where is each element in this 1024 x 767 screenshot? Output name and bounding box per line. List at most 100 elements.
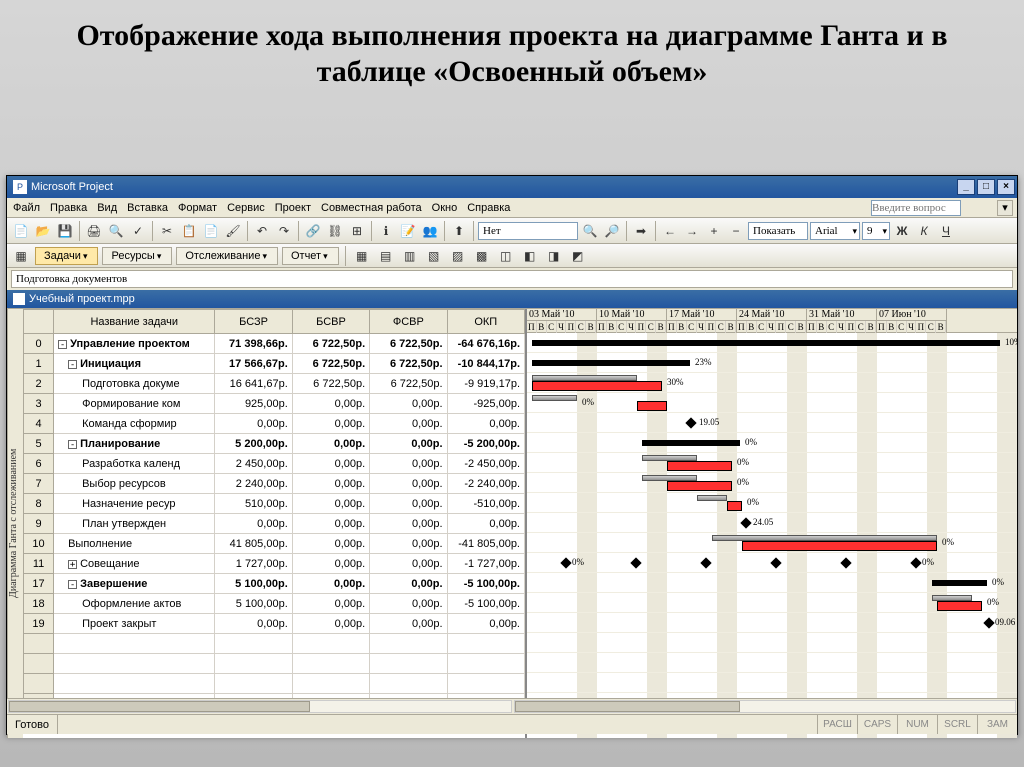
expand-icon[interactable]: - bbox=[68, 440, 77, 449]
menu-tools[interactable]: Сервис bbox=[227, 198, 265, 217]
titlebar[interactable]: P Microsoft Project _ □ × bbox=[7, 176, 1017, 198]
menu-collab[interactable]: Совместная работа bbox=[321, 198, 422, 217]
t4-icon[interactable]: ▧ bbox=[424, 246, 444, 266]
new-icon[interactable]: 📄 bbox=[11, 221, 31, 241]
menu-help[interactable]: Справка bbox=[467, 198, 510, 217]
zoom-in-icon[interactable]: 🔍 bbox=[580, 221, 600, 241]
menu-edit[interactable]: Правка bbox=[50, 198, 87, 217]
gantt-bar[interactable] bbox=[742, 541, 937, 551]
table-row[interactable]: 7Выбор ресурсов2 240,00р.0,00р.0,00р.-2 … bbox=[24, 474, 525, 494]
gantt-bar[interactable] bbox=[532, 340, 1000, 346]
table-row[interactable]: 18Оформление актов5 100,00р.0,00р.0,00р.… bbox=[24, 594, 525, 614]
t10-icon[interactable]: ◩ bbox=[568, 246, 588, 266]
gantt-bar[interactable] bbox=[667, 481, 732, 491]
menu-project[interactable]: Проект bbox=[275, 198, 311, 217]
italic-button[interactable]: К bbox=[914, 221, 934, 241]
tab-report[interactable]: Отчет▾ bbox=[282, 247, 339, 265]
col-name[interactable]: Название задачи bbox=[54, 310, 215, 334]
t3-icon[interactable]: ▥ bbox=[400, 246, 420, 266]
table-row[interactable]: 9План утвержден0,00р.0,00р.0,00р.0,00р. bbox=[24, 514, 525, 534]
maximize-button[interactable]: □ bbox=[977, 179, 995, 195]
spell-icon[interactable]: ✓ bbox=[128, 221, 148, 241]
help-search-input[interactable] bbox=[871, 200, 961, 216]
menu-view[interactable]: Вид bbox=[97, 198, 117, 217]
table-row[interactable]: 19Проект закрыт0,00р.0,00р.0,00р.0,00р. bbox=[24, 614, 525, 634]
table-row[interactable]: 5-Планирование5 200,00р.0,00р.0,00р.-5 2… bbox=[24, 434, 525, 454]
doc-titlebar[interactable]: Учебный проект.mpp bbox=[7, 290, 1017, 308]
cut-icon[interactable]: ✂ bbox=[157, 221, 177, 241]
notes-icon[interactable]: 📝 bbox=[398, 221, 418, 241]
publish-icon[interactable]: ⬆ bbox=[449, 221, 469, 241]
goto-icon[interactable]: ➡ bbox=[631, 221, 651, 241]
tab-resources[interactable]: Ресурсы▾ bbox=[102, 247, 172, 265]
expand-icon[interactable]: - bbox=[68, 580, 77, 589]
tab-tasks[interactable]: Задачи▾ bbox=[35, 247, 98, 265]
t1-icon[interactable]: ▦ bbox=[352, 246, 372, 266]
table-row[interactable]: 8Назначение ресур510,00р.0,00р.0,00р.-51… bbox=[24, 494, 525, 514]
tab-tracking[interactable]: Отслеживание▾ bbox=[176, 247, 278, 265]
t8-icon[interactable]: ◧ bbox=[520, 246, 540, 266]
plus-icon[interactable]: + bbox=[704, 221, 724, 241]
link-icon[interactable]: 🔗 bbox=[303, 221, 323, 241]
t9-icon[interactable]: ◨ bbox=[544, 246, 564, 266]
close-button[interactable]: × bbox=[997, 179, 1015, 195]
open-icon[interactable]: 📂 bbox=[33, 221, 53, 241]
gantt-bar[interactable] bbox=[532, 395, 577, 401]
underline-button[interactable]: Ч bbox=[936, 221, 956, 241]
col-c3[interactable]: ФСВР bbox=[370, 310, 447, 334]
t2-icon[interactable]: ▤ bbox=[376, 246, 396, 266]
gantt-bar[interactable] bbox=[727, 501, 742, 511]
split-icon[interactable]: ⊞ bbox=[347, 221, 367, 241]
gantt-bar[interactable] bbox=[667, 461, 732, 471]
show-combo[interactable]: Показать bbox=[748, 222, 808, 240]
gantt-bar[interactable] bbox=[697, 495, 727, 501]
gantt-bar[interactable] bbox=[637, 401, 667, 411]
table-row[interactable]: 2Подготовка докуме16 641,67р.6 722,50р.6… bbox=[24, 374, 525, 394]
col-indicator[interactable] bbox=[24, 310, 54, 334]
redo-icon[interactable]: ↷ bbox=[274, 221, 294, 241]
col-c1[interactable]: БСЗР bbox=[215, 310, 292, 334]
t6-icon[interactable]: ▩ bbox=[472, 246, 492, 266]
horiz-scrollbar[interactable] bbox=[7, 698, 1017, 714]
assign-icon[interactable]: 👥 bbox=[420, 221, 440, 241]
table-row[interactable]: 3Формирование ком925,00р.0,00р.0,00р.-92… bbox=[24, 394, 525, 414]
timescale-header[interactable]: 03 Май '10ПВСЧПСВ10 Май '10ПВСЧПСВ17 Май… bbox=[527, 309, 1017, 333]
minus-icon[interactable]: − bbox=[726, 221, 746, 241]
gantt-bar[interactable] bbox=[532, 381, 662, 391]
table-row[interactable]: 1-Инициация17 566,67р.6 722,50р.6 722,50… bbox=[24, 354, 525, 374]
t7-icon[interactable]: ◫ bbox=[496, 246, 516, 266]
gantt-pane[interactable]: 03 Май '10ПВСЧПСВ10 Май '10ПВСЧПСВ17 Май… bbox=[527, 309, 1017, 738]
gantt-bar[interactable] bbox=[932, 580, 987, 586]
expand-icon[interactable]: + bbox=[68, 560, 77, 569]
copy-icon[interactable]: 📋 bbox=[179, 221, 199, 241]
arrow-right-icon[interactable]: → bbox=[682, 221, 702, 241]
table-row[interactable]: 10Выполнение41 805,00р.0,00р.0,00р.-41 8… bbox=[24, 534, 525, 554]
bold-button[interactable]: Ж bbox=[892, 221, 912, 241]
font-combo[interactable]: Arial bbox=[810, 222, 860, 240]
table-row[interactable]: 6Разработка календ2 450,00р.0,00р.0,00р.… bbox=[24, 454, 525, 474]
menu-window[interactable]: Окно bbox=[432, 198, 458, 217]
table-pane[interactable]: Название задачи БСЗР БСВР ФСВР ОКП 0-Упр… bbox=[23, 309, 527, 738]
t5-icon[interactable]: ▨ bbox=[448, 246, 468, 266]
format-painter-icon[interactable]: 🖌 bbox=[223, 221, 243, 241]
size-combo[interactable]: 9 bbox=[862, 222, 890, 240]
col-c4[interactable]: ОКП bbox=[447, 310, 524, 334]
expand-icon[interactable]: - bbox=[68, 360, 77, 369]
help-dropdown[interactable]: ▾ bbox=[997, 200, 1013, 216]
toggle-icon[interactable]: ▦ bbox=[11, 246, 31, 266]
gantt-bar[interactable] bbox=[532, 360, 690, 366]
preview-icon[interactable]: 🔍 bbox=[106, 221, 126, 241]
table-row[interactable]: 4Команда сформир0,00р.0,00р.0,00р.0,00р. bbox=[24, 414, 525, 434]
expand-icon[interactable]: - bbox=[58, 340, 67, 349]
group-combo[interactable]: Нет группировки bbox=[478, 222, 578, 240]
gantt-body[interactable]: 10%23%30%0%19.050%0%0%0%24.050%0%0%0%0%0… bbox=[527, 333, 1017, 738]
table-row[interactable]: 17-Завершение5 100,00р.0,00р.0,00р.-5 10… bbox=[24, 574, 525, 594]
menu-format[interactable]: Формат bbox=[178, 198, 217, 217]
zoom-out-icon[interactable]: 🔎 bbox=[602, 221, 622, 241]
gantt-bar[interactable] bbox=[642, 440, 740, 446]
col-c2[interactable]: БСВР bbox=[292, 310, 369, 334]
paste-icon[interactable]: 📄 bbox=[201, 221, 221, 241]
arrow-left-icon[interactable]: ← bbox=[660, 221, 680, 241]
table-row[interactable]: 0-Управление проектом71 398,66р.6 722,50… bbox=[24, 334, 525, 354]
info-icon[interactable]: ℹ bbox=[376, 221, 396, 241]
